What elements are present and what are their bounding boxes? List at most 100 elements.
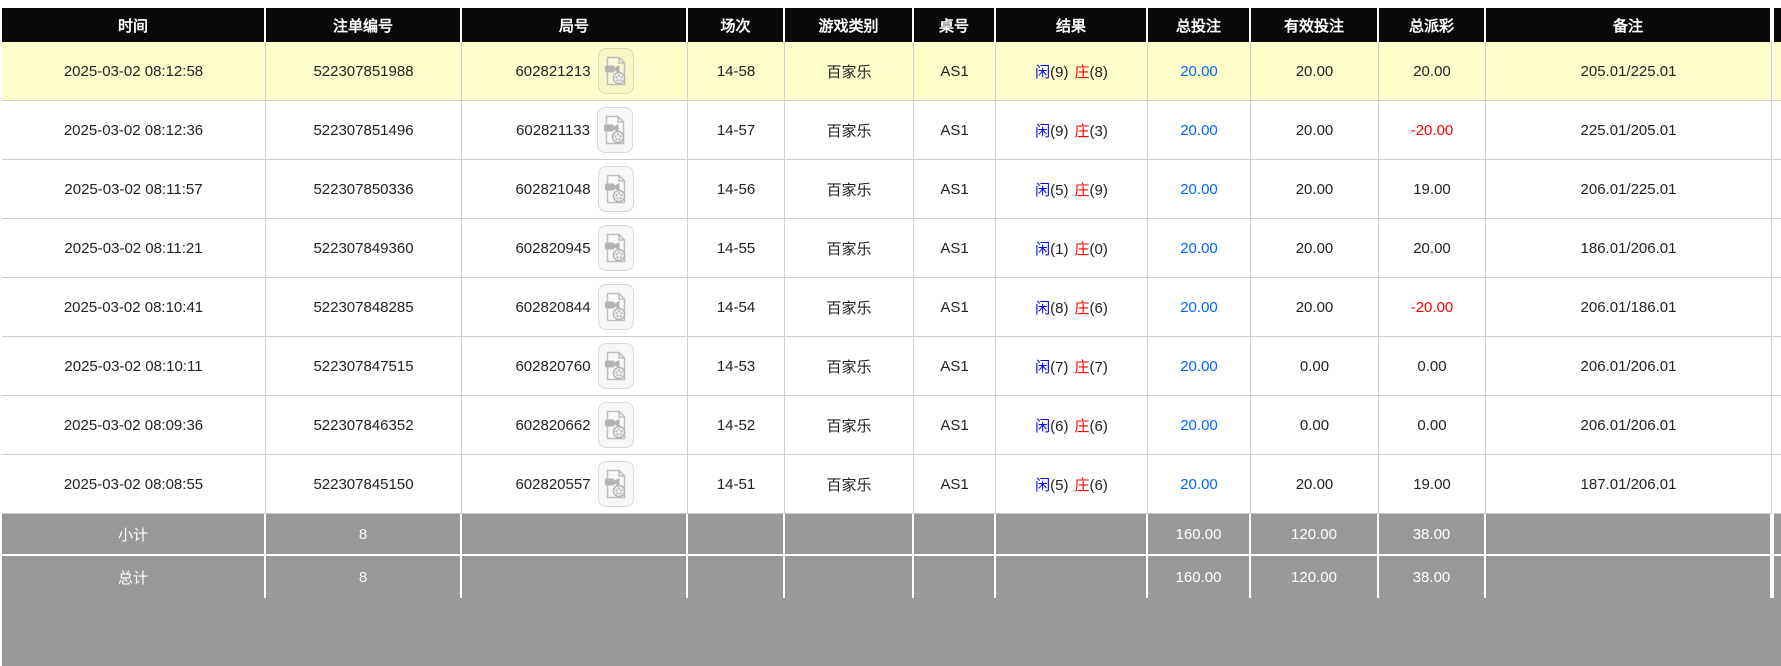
total-bet-link[interactable]: 20.00 [1180,240,1218,257]
result-cell: 闲(9)庄(3) [996,101,1148,160]
grand-total-total-bet: 160.00 [1148,556,1251,598]
session-cell: 14-56 [688,160,785,219]
col-header-total-bet: 总投注 [1148,8,1251,42]
session-cell: 14-57 [688,101,785,160]
total-bet-link[interactable]: 20.00 [1180,181,1218,198]
time-cell: 2025-03-02 08:10:11 [2,337,266,396]
round-number: 602820945 [515,240,590,257]
banker-result-label: 庄 [1075,477,1090,494]
cutoff-cell [1772,160,1781,219]
game-type-cell: 百家乐 [785,42,914,101]
player-result-score: (5) [1050,477,1068,494]
banker-result-label: 庄 [1075,64,1090,81]
total-bet-link[interactable]: 20.00 [1180,63,1218,80]
video-replay-button[interactable] [598,225,634,271]
remark-cell: 186.01/206.01 [1486,219,1772,278]
table-row: 2025-03-02 08:10:11 522307847515 6028207… [2,337,1781,396]
result-cell: 闲(1)庄(0) [996,219,1148,278]
total-payout-cell: -20.00 [1379,101,1486,160]
video-replay-button[interactable] [598,166,634,212]
remark-cell: 206.01/225.01 [1486,160,1772,219]
result-cell: 闲(9)庄(8) [996,42,1148,101]
cutoff-cell [1772,396,1781,455]
time-cell: 2025-03-02 08:12:58 [2,42,266,101]
table-row: 2025-03-02 08:08:55 522307845150 6028205… [2,455,1781,514]
round-number: 602821133 [516,122,590,139]
summary-body: 小计 8 160.00 120.00 38.00 总计 8 160.00 120… [2,514,1781,598]
table-row: 2025-03-02 08:11:57 522307850336 6028210… [2,160,1781,219]
video-file-icon [604,233,628,263]
table-row: 2025-03-02 08:10:41 522307848285 6028208… [2,278,1781,337]
player-result-label: 闲 [1035,64,1050,81]
video-replay-button[interactable] [598,343,634,389]
table-header: 时间 注单编号 局号 场次 游戏类别 桌号 结果 总投注 有效投注 总派彩 备注 [2,8,1781,42]
banker-result-score: (7) [1090,359,1108,376]
table-number-cell: AS1 [914,160,996,219]
video-replay-button[interactable] [597,107,633,153]
valid-bet-cell: 20.00 [1251,101,1379,160]
time-cell: 2025-03-02 08:12:36 [2,101,266,160]
valid-bet-cell: 20.00 [1251,42,1379,101]
video-replay-button[interactable] [598,402,634,448]
bet-number-cell: 522307850336 [266,160,462,219]
bet-number-cell: 522307849360 [266,219,462,278]
game-type-cell: 百家乐 [785,455,914,514]
cutoff-cell [1772,278,1781,337]
col-header-time: 时间 [2,8,266,42]
result-cell: 闲(5)庄(6) [996,455,1148,514]
total-bet-cell: 20.00 [1148,396,1251,455]
col-header-result: 结果 [996,8,1148,42]
round-number-cell: 602821213 [462,42,688,101]
remark-cell: 206.01/206.01 [1486,396,1772,455]
video-file-icon [604,410,628,440]
round-number: 602821213 [515,63,590,80]
bet-number-cell: 522307846352 [266,396,462,455]
table-number-cell: AS1 [914,219,996,278]
round-number: 602820760 [515,358,590,375]
player-result-score: (9) [1050,123,1068,140]
subtotal-total-bet: 160.00 [1148,514,1251,556]
valid-bet-cell: 20.00 [1251,278,1379,337]
total-bet-cell: 20.00 [1148,278,1251,337]
total-bet-link[interactable]: 20.00 [1180,299,1218,316]
result-cell: 闲(7)庄(7) [996,337,1148,396]
time-cell: 2025-03-02 08:08:55 [2,455,266,514]
banker-result-label: 庄 [1075,418,1090,435]
total-bet-link[interactable]: 20.00 [1180,417,1218,434]
subtotal-count: 8 [266,514,462,556]
banker-result-score: (3) [1090,123,1108,140]
col-header-bet-number: 注单编号 [266,8,462,42]
video-replay-button[interactable] [598,48,634,94]
summary-footer-fill [2,598,1781,666]
subtotal-total-payout: 38.00 [1379,514,1486,556]
total-bet-cell: 20.00 [1148,160,1251,219]
result-cell: 闲(6)庄(6) [996,396,1148,455]
total-bet-link[interactable]: 20.00 [1180,122,1218,139]
bet-number-cell: 522307851496 [266,101,462,160]
time-cell: 2025-03-02 08:09:36 [2,396,266,455]
session-cell: 14-54 [688,278,785,337]
remark-cell: 225.01/205.01 [1486,101,1772,160]
video-replay-button[interactable] [598,284,634,330]
banker-result-score: (6) [1090,477,1108,494]
video-replay-button[interactable] [598,461,634,507]
col-header-session: 场次 [688,8,785,42]
banker-result-label: 庄 [1075,300,1090,317]
game-type-cell: 百家乐 [785,219,914,278]
total-payout-cell: 19.00 [1379,160,1486,219]
remark-cell: 187.01/206.01 [1486,455,1772,514]
player-result-score: (7) [1050,359,1068,376]
result-cell: 闲(5)庄(9) [996,160,1148,219]
total-bet-link[interactable]: 20.00 [1180,476,1218,493]
total-bet-cell: 20.00 [1148,337,1251,396]
col-header-remark: 备注 [1486,8,1772,42]
round-number-cell: 602820844 [462,278,688,337]
round-number-cell: 602821133 [462,101,688,160]
bet-number-cell: 522307847515 [266,337,462,396]
total-bet-link[interactable]: 20.00 [1180,358,1218,375]
col-header-valid-bet: 有效投注 [1251,8,1379,42]
game-type-cell: 百家乐 [785,278,914,337]
round-number-cell: 602821048 [462,160,688,219]
player-result-score: (8) [1050,300,1068,317]
table-row: 2025-03-02 08:12:36 522307851496 6028211… [2,101,1781,160]
